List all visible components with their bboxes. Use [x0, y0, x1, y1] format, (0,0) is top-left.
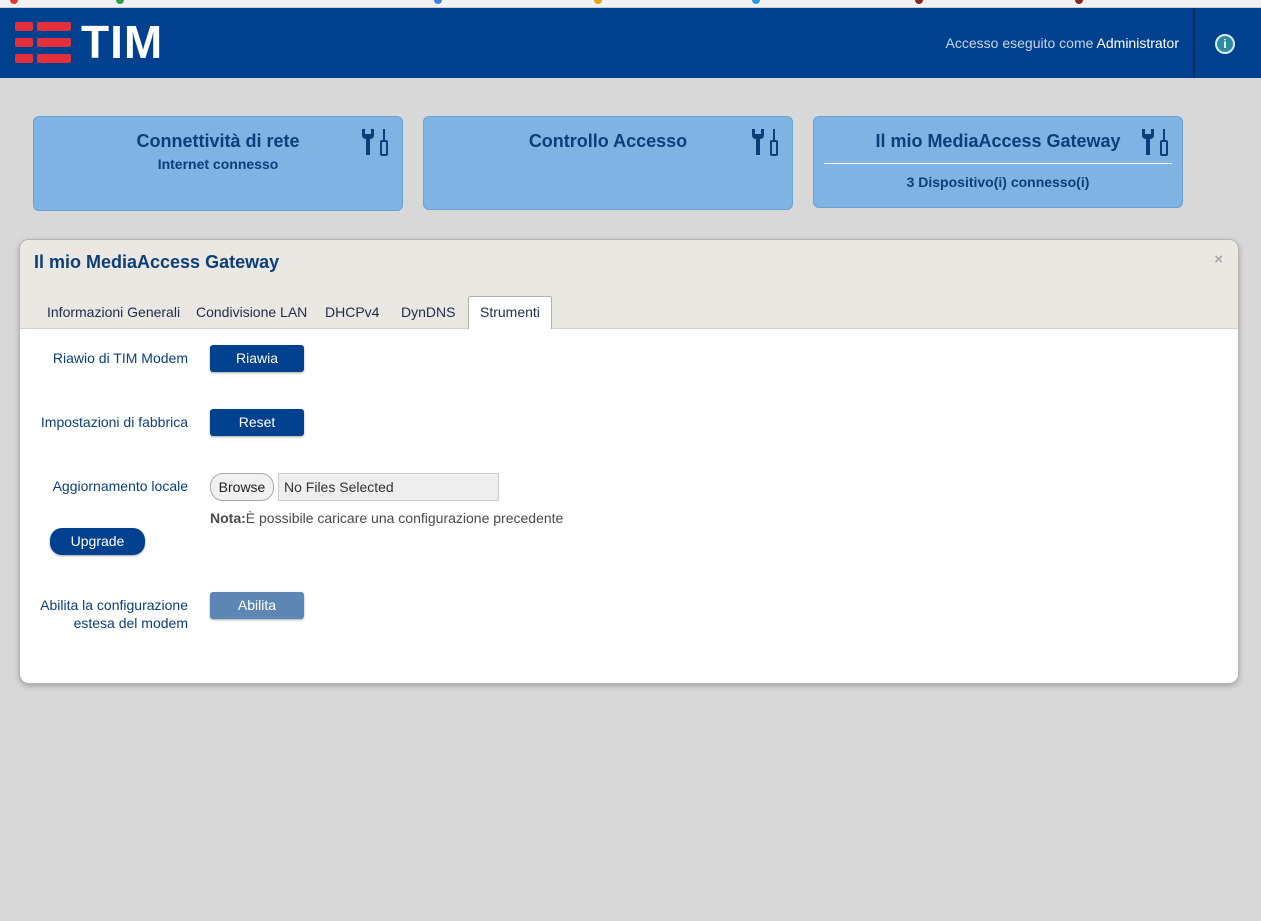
upgrade-note: Nota:È possibile caricare una configuraz… — [210, 510, 563, 526]
browse-button[interactable]: Browse — [210, 473, 274, 501]
tim-logo-text: TIM — [81, 16, 164, 68]
close-icon[interactable]: × — [1214, 251, 1223, 268]
reset-button[interactable]: Reset — [210, 409, 304, 436]
extended-config-label: Abilita la configurazione estesa del mod… — [40, 596, 188, 632]
card-title: Controllo Accesso — [528, 131, 688, 151]
top-header: TIM Accesso eseguito come Administrator … — [0, 8, 1261, 78]
browser-favicon — [434, 0, 442, 4]
header-divider — [1193, 8, 1195, 78]
card-subtitle: Internet connesso — [157, 156, 279, 172]
browser-favicon — [1075, 0, 1083, 4]
tools-icon[interactable] — [750, 127, 782, 157]
tim-logo-mark — [15, 22, 71, 64]
enable-button[interactable]: Abilita — [210, 592, 304, 619]
card-access-control[interactable]: Controllo Accesso — [423, 116, 793, 210]
modal-title: Il mio MediaAccess Gateway — [34, 252, 280, 272]
browser-favicon — [10, 0, 18, 4]
local-upgrade-label: Aggiornamento locale — [52, 478, 188, 494]
note-text: È possibile caricare una configurazione … — [245, 510, 564, 526]
card-title: Connettività di rete — [136, 131, 300, 151]
tab-tools[interactable]: Strumenti — [468, 296, 552, 329]
browser-favicon — [594, 0, 602, 4]
restart-button[interactable]: Riawia — [210, 345, 304, 372]
upgrade-button[interactable]: Upgrade — [50, 528, 145, 555]
extended-config-label-line1: Abilita la configurazione — [40, 597, 188, 613]
tools-icon[interactable] — [1140, 127, 1172, 157]
tim-logo[interactable]: TIM — [15, 16, 190, 68]
card-subtitle: 3 Dispositivo(i) connesso(i) — [906, 174, 1090, 190]
info-icon[interactable]: i — [1215, 34, 1235, 54]
note-prefix: Nota: — [210, 510, 246, 526]
file-input[interactable]: No Files Selected — [278, 473, 499, 501]
factory-reset-label: Impostazioni di fabbrica — [40, 414, 188, 430]
tab-dhcpv4[interactable]: DHCPv4 — [325, 296, 379, 329]
login-user: Administrator — [1096, 35, 1179, 51]
restart-label: Riawio di TIM Modem — [52, 350, 188, 366]
browser-tab-strip — [0, 0, 1261, 8]
gateway-modal: Il mio MediaAccess Gateway × Informazion… — [19, 239, 1239, 684]
login-status: Accesso eseguito come Administrator — [946, 35, 1179, 51]
login-prefix: Accesso eseguito come — [945, 35, 1094, 51]
card-gateway[interactable]: Il mio MediaAccess Gateway 3 Dispositivo… — [813, 116, 1183, 208]
extended-config-label-line2: estesa del modem — [73, 615, 188, 631]
browser-favicon — [915, 0, 923, 4]
tab-lan-sharing[interactable]: Condivisione LAN — [196, 296, 307, 329]
browser-favicon — [116, 0, 124, 4]
card-divider — [824, 163, 1172, 164]
card-title: Il mio MediaAccess Gateway — [875, 131, 1121, 151]
tools-icon[interactable] — [360, 127, 392, 157]
modal-header: Il mio MediaAccess Gateway × Informazion… — [20, 240, 1238, 329]
tab-dyndns[interactable]: DynDNS — [401, 296, 455, 329]
browser-favicon — [752, 0, 760, 4]
tab-general-info[interactable]: Informazioni Generali — [47, 296, 180, 329]
card-connectivity[interactable]: Connettività di rete Internet connesso — [33, 116, 403, 211]
